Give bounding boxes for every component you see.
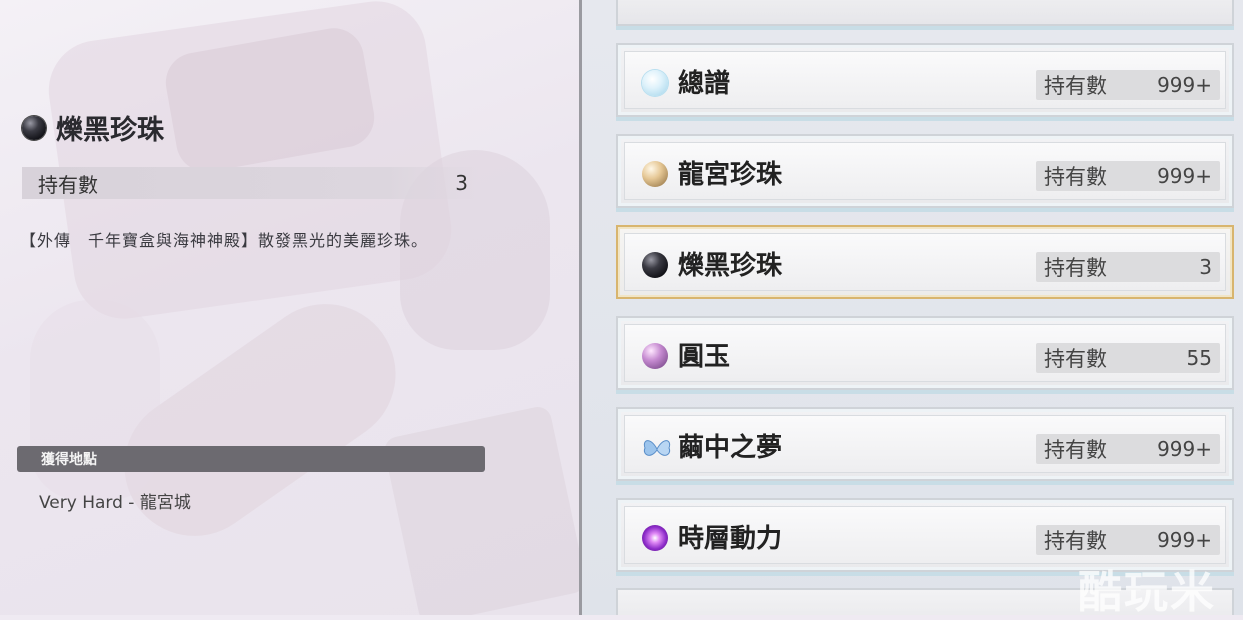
list-item-name: 龍宮珍珠: [678, 160, 783, 190]
list-item-qty-value: 999+: [1157, 437, 1212, 461]
item-detail-panel: 爍黑珍珠 持有數 3 【外傳 千年寶盒與海神神殿】散發黑光的美麗珍珠。 獲得地點…: [0, 0, 580, 615]
list-item-qty-value: 55: [1186, 346, 1212, 370]
owned-count-bar: 持有數 3: [22, 167, 478, 199]
location-value: Very Hard - 龍宮城: [39, 493, 191, 513]
list-item[interactable]: 龍宮珍珠 持有數 999+: [616, 134, 1234, 208]
list-item-qty-box: 持有數 999+: [1036, 70, 1220, 100]
list-item-name: 繭中之夢: [678, 433, 783, 463]
list-item-qty-label: 持有數: [1044, 165, 1107, 189]
black-pearl-icon: [22, 115, 46, 140]
item-title: 爍黑珍珠: [22, 108, 164, 147]
background-books-art: [382, 404, 580, 615]
list-item-name: 總譜: [678, 69, 731, 99]
list-item-name: 爍黑珍珠: [678, 251, 783, 281]
list-item-name: 時層動力: [678, 524, 783, 554]
item-list-panel[interactable]: 總譜 持有數 999+ 龍宮珍珠 持有數 999+ 爍黑珍珠 持有數 3 圓玉 …: [582, 0, 1243, 615]
list-item-qty-box: 持有數 999+: [1036, 525, 1220, 555]
list-item[interactable]: 繭中之夢 持有數 999+: [616, 407, 1234, 481]
list-item-qty-box: 持有數 999+: [1036, 161, 1220, 191]
list-item-qty-box: 持有數 999+: [1036, 434, 1220, 464]
ice-orb-icon: [642, 70, 668, 96]
watermark-text: 酷玩米: [1078, 567, 1216, 618]
swirl-orb-icon: [642, 525, 668, 551]
list-item-qty-value: 3: [1199, 255, 1212, 279]
item-title-text: 爍黑珍珠: [56, 115, 164, 146]
list-item-selected[interactable]: 爍黑珍珠 持有數 3: [616, 225, 1234, 299]
purple-orb-icon: [642, 343, 668, 369]
list-item-qty-label: 持有數: [1044, 438, 1107, 462]
list-item-qty-label: 持有數: [1044, 74, 1107, 98]
location-header: 獲得地點: [17, 446, 485, 472]
list-item-qty-label: 持有數: [1044, 529, 1107, 553]
list-item-name: 圓玉: [678, 342, 731, 372]
list-item-qty-value: 999+: [1157, 73, 1212, 97]
owned-value: 3: [455, 171, 468, 195]
list-item-partial-top[interactable]: [616, 0, 1234, 26]
list-item[interactable]: 圓玉 持有數 55: [616, 316, 1234, 390]
list-item-qty-label: 持有數: [1044, 347, 1107, 371]
list-item-qty-box: 持有數 55: [1036, 343, 1220, 373]
list-item-qty-value: 999+: [1157, 528, 1212, 552]
owned-label: 持有數: [38, 172, 98, 197]
list-item[interactable]: 總譜 持有數 999+: [616, 43, 1234, 117]
butterfly-icon: [642, 434, 671, 460]
black-pearl-icon: [642, 252, 668, 278]
list-item-qty-box: 持有數 3: [1036, 252, 1220, 282]
list-item-qty-value: 999+: [1157, 164, 1212, 188]
gold-pearl-icon: [642, 161, 668, 187]
item-description: 【外傳 千年寶盒與海神神殿】散發黑光的美麗珍珠。: [20, 231, 429, 250]
list-item-qty-label: 持有數: [1044, 256, 1107, 280]
